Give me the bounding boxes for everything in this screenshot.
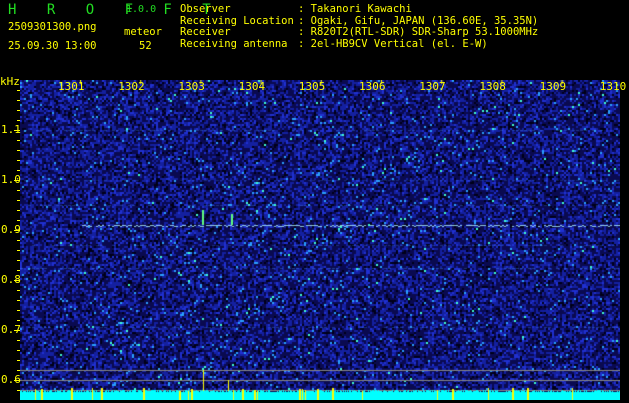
info-row: Receiving antenna: 2el-HB9CV Vertical (e… bbox=[180, 37, 488, 50]
x-tick-label: 1306 bbox=[359, 80, 386, 93]
app-version: 1.0.0 bbox=[126, 4, 157, 15]
spectrogram bbox=[20, 80, 620, 400]
meteor-count: 52 bbox=[139, 40, 152, 52]
info-key: Receiving antenna bbox=[180, 37, 288, 50]
date-time: 25.09.30 13:00 bbox=[8, 40, 97, 52]
file-name: 2509301300.png bbox=[8, 21, 97, 33]
info-value: R820T2(RTL-SDR) SDR-Sharp 53.1000MHz bbox=[310, 26, 539, 38]
info-value: Takanori Kawachi bbox=[310, 3, 412, 15]
x-tick-label: 1309 bbox=[539, 80, 567, 93]
x-tick-label: 1301 bbox=[58, 80, 85, 93]
station-info: Observer: Takanori Kawachi Receiving Loca… bbox=[180, 3, 539, 50]
x-tick-label: 1310 bbox=[599, 80, 627, 93]
info-row: Receiver: R820T2(RTL-SDR) SDR-Sharp 53.1… bbox=[180, 26, 539, 38]
x-tick-label: 1303 bbox=[178, 80, 205, 93]
info-row: Observer: Takanori Kawachi bbox=[180, 3, 412, 15]
x-tick-label: 1305 bbox=[298, 80, 326, 93]
info-value: 2el-HB9CV Vertical (el. E-W) bbox=[310, 37, 488, 50]
meteor-label: meteor bbox=[124, 26, 162, 38]
info-key: Receiver bbox=[180, 26, 231, 38]
x-tick-label: 1307 bbox=[419, 80, 446, 93]
x-tick-label: 1302 bbox=[118, 80, 145, 93]
x-tick-label: 1308 bbox=[479, 80, 506, 93]
info-key: Observer bbox=[180, 3, 231, 15]
y-axis-ticks bbox=[14, 80, 20, 400]
x-tick-label: 1304 bbox=[238, 80, 266, 93]
